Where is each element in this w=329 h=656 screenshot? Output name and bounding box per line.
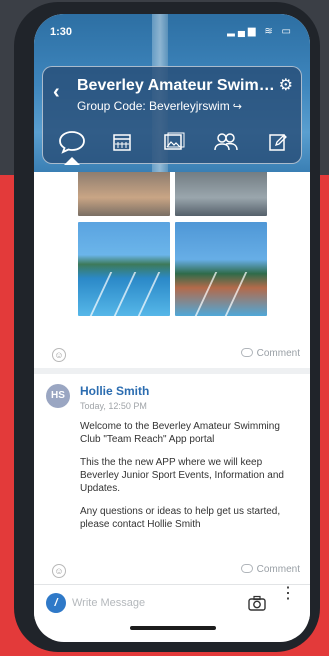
post-paragraph: This the the new APP where we will keep … xyxy=(80,457,284,494)
comment-button[interactable]: Comment xyxy=(240,348,300,359)
pool-lane xyxy=(224,272,248,316)
camera-icon[interactable] xyxy=(248,595,266,611)
group-tabs xyxy=(43,123,303,165)
post-actions: ☺ Comment xyxy=(34,342,310,370)
pool-lane xyxy=(113,272,137,316)
post-actions: ☺ Comment xyxy=(34,558,310,584)
status-bar: 1:30 ▂▄▆ ≋ ▭ xyxy=(48,24,298,44)
comment-icon xyxy=(240,348,253,357)
emoji-reaction-icon[interactable]: ☺ xyxy=(52,564,66,578)
tab-chat[interactable] xyxy=(55,127,89,165)
pool-lane xyxy=(89,272,113,316)
group-header: ‹ Beverley Amateur Swimming Club Group C… xyxy=(42,66,303,165)
home-indicator xyxy=(130,626,216,630)
pen-icon[interactable]: / xyxy=(46,593,66,613)
pool-lane xyxy=(137,272,161,316)
comment-icon xyxy=(240,564,253,573)
post-photo[interactable] xyxy=(175,172,267,216)
post-body: Welcome to the Beverley Amateur Swimming… xyxy=(80,420,302,541)
group-title: Beverley Amateur Swimming Club xyxy=(77,77,277,94)
status-time: 1:30 xyxy=(50,26,73,38)
comment-label: Comment xyxy=(256,348,300,359)
pool-lane xyxy=(194,272,218,316)
group-code-text: Group Code: Beverleyjrswim xyxy=(77,99,230,113)
phone-screen: 1:30 ▂▄▆ ≋ ▭ ‹ Beverley Amateur Swimming… xyxy=(34,14,310,642)
group-code: Group Code: Beverleyjrswim ↪ xyxy=(77,99,242,113)
tab-calendar[interactable] xyxy=(105,127,139,157)
post-author[interactable]: Hollie Smith xyxy=(80,384,149,398)
more-options-icon[interactable]: ⋮ xyxy=(280,586,296,602)
status-indicators: ▂▄▆ ≋ ▭ xyxy=(227,26,294,37)
edit-icon xyxy=(269,134,287,151)
tab-members[interactable] xyxy=(209,127,243,157)
post-photo[interactable] xyxy=(175,222,267,316)
message-input[interactable] xyxy=(72,593,232,613)
tab-photos[interactable] xyxy=(157,127,191,157)
members-icon xyxy=(214,133,238,151)
tab-notes[interactable] xyxy=(261,127,295,157)
calendar-icon xyxy=(113,134,131,151)
back-button[interactable]: ‹ xyxy=(53,81,60,104)
message-feed[interactable]: ☺ Comment HS Hollie Smith Today, 12:50 P… xyxy=(34,172,310,584)
post-paragraph: Any questions or ideas to help get us st… xyxy=(80,506,281,530)
emoji-reaction-icon[interactable]: ☺ xyxy=(52,348,66,362)
chat-bubble-icon xyxy=(59,131,85,154)
post-divider xyxy=(34,368,310,374)
share-icon[interactable]: ↪ xyxy=(233,101,242,113)
photos-icon xyxy=(164,132,185,150)
post-photo[interactable] xyxy=(78,222,170,316)
comment-label: Comment xyxy=(256,564,300,575)
post-photo[interactable] xyxy=(78,172,170,216)
post-timestamp: Today, 12:50 PM xyxy=(80,401,147,411)
avatar[interactable]: HS xyxy=(46,384,70,408)
comment-button[interactable]: Comment xyxy=(240,564,300,575)
message-composer: / ⋮ xyxy=(34,584,310,620)
post-paragraph: Welcome to the Beverley Amateur Swimming… xyxy=(80,421,280,445)
gear-icon[interactable]: ⚙ xyxy=(279,75,293,95)
